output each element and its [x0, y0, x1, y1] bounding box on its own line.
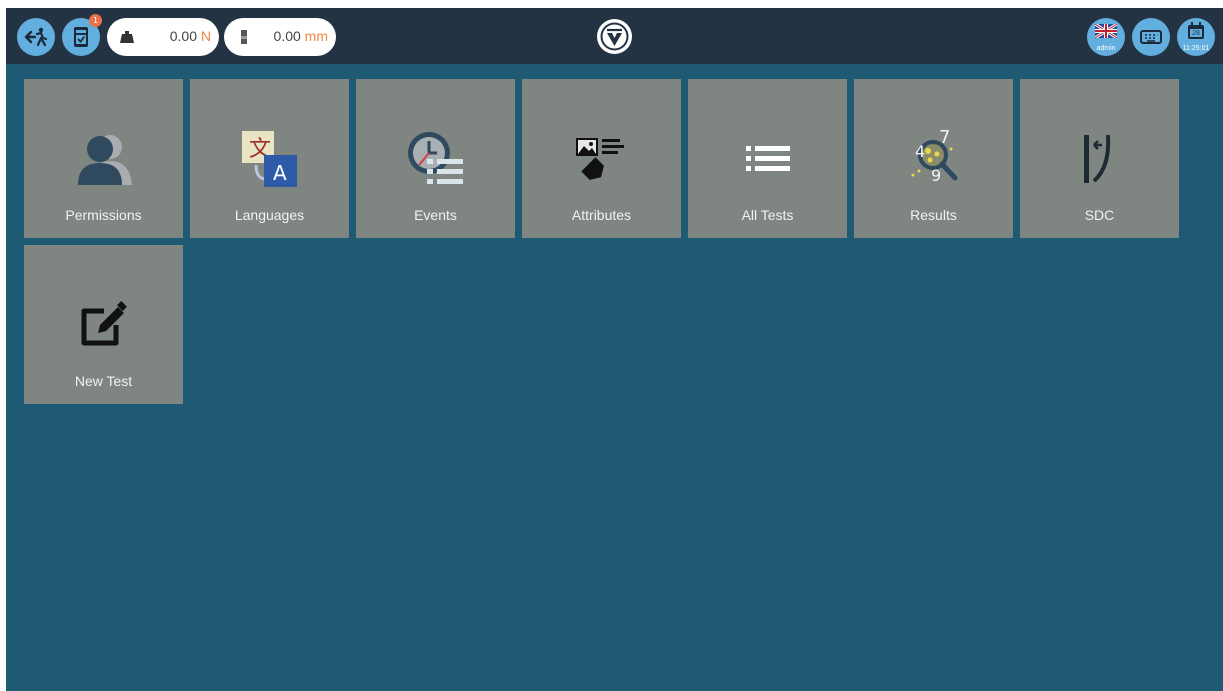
svg-text:9: 9: [931, 166, 941, 185]
app-window: 1 0.00 N 0.00 mm admin 28 11:25:01 Permi…: [6, 8, 1223, 691]
force-value: 0.00: [169, 28, 197, 44]
clock-label: 11:25:01: [1182, 45, 1210, 52]
svg-text:A: A: [273, 161, 287, 185]
position-value: 0.00: [273, 28, 301, 44]
list-icon: [745, 146, 790, 171]
tile-events[interactable]: Events: [356, 79, 515, 238]
calendar-day: 28: [1192, 30, 1200, 37]
tile-label: Results: [910, 207, 957, 223]
notification-badge: 1: [89, 14, 102, 27]
svg-text:4: 4: [915, 142, 925, 161]
datetime-button[interactable]: 28 11:25:01: [1177, 18, 1215, 56]
search-numbers-icon: 7 4 9: [911, 129, 957, 185]
tile-results[interactable]: 7 4 9 Results: [854, 79, 1013, 238]
force-readout: 0.00 N: [107, 18, 219, 56]
tile-label: All Tests: [741, 207, 794, 223]
svg-text:7: 7: [939, 129, 950, 148]
device-check-icon: [74, 27, 88, 47]
translate-icon: 文 A: [241, 131, 297, 187]
tile-label: Permissions: [65, 207, 142, 223]
device-status-button[interactable]: 1: [62, 14, 102, 56]
position-readout: 0.00 mm: [224, 18, 336, 56]
weight-icon: [120, 31, 134, 43]
tile-label: Events: [414, 207, 457, 223]
user-label: admin: [1096, 45, 1116, 52]
force-unit: N: [200, 28, 211, 44]
tile-languages[interactable]: 文 A Languages: [190, 79, 349, 238]
logo-icon: [600, 22, 629, 51]
tile-label: Languages: [234, 207, 305, 223]
users-icon: [77, 135, 132, 185]
tile-new-test[interactable]: New Test: [24, 245, 183, 404]
tile-permissions[interactable]: Permissions: [24, 79, 183, 238]
tile-label: Attributes: [571, 207, 632, 223]
image-tag-icon: [575, 138, 624, 180]
keyboard-button[interactable]: [1132, 18, 1170, 56]
top-bar: 1 0.00 N 0.00 mm admin 28 11:25:01: [6, 8, 1223, 64]
tile-label: New Test: [74, 373, 133, 389]
tile-label: SDC: [1084, 207, 1115, 223]
keyboard-icon: [1140, 30, 1162, 44]
tile-all-tests[interactable]: All Tests: [688, 79, 847, 238]
exit-button[interactable]: [17, 18, 55, 56]
position-unit: mm: [304, 28, 328, 44]
sdc-curve-icon: [1083, 134, 1110, 183]
crosshead-icon: [241, 30, 247, 44]
exit-run-icon: [24, 27, 48, 47]
tile-sdc[interactable]: SDC: [1020, 79, 1179, 238]
tile-attributes[interactable]: Attributes: [522, 79, 681, 238]
edit-icon: [81, 301, 127, 346]
uk-flag-icon: [1095, 24, 1117, 38]
home-logo-button[interactable]: [597, 19, 632, 54]
language-user-button[interactable]: admin: [1087, 18, 1125, 56]
clock-list-icon: [407, 132, 463, 184]
